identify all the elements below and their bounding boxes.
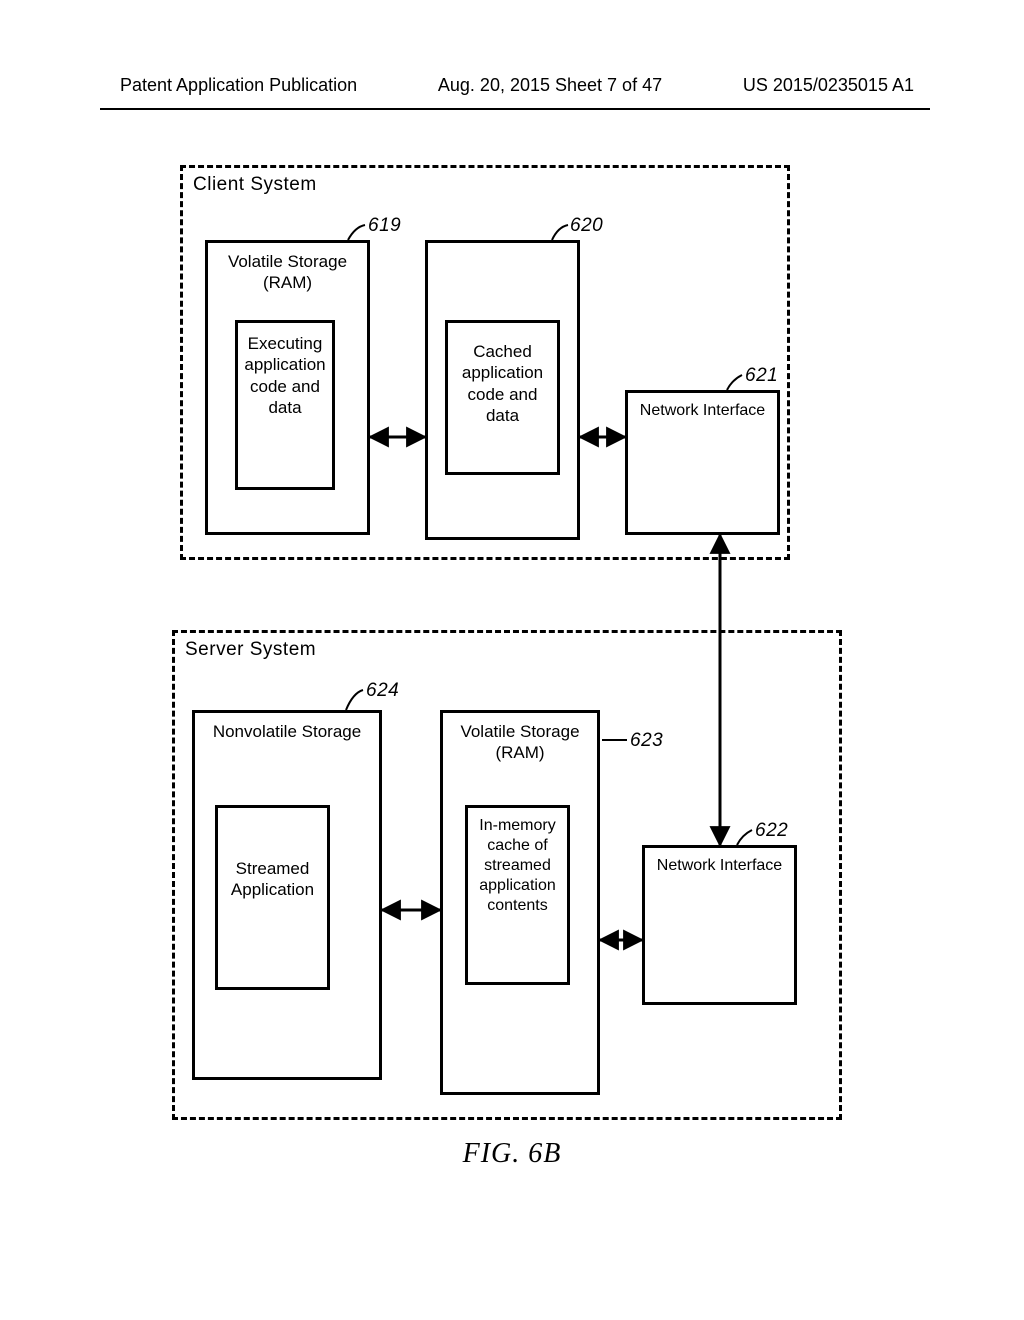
server-nonvolatile-label: Nonvolatile Storage <box>195 721 379 742</box>
server-system-title: Server System <box>185 639 316 661</box>
server-streamed-app-box: Streamed Application <box>215 805 330 990</box>
server-inmemory-cache-label: In-memory cache of streamed application … <box>468 816 567 916</box>
client-network-interface-box: Network Interface <box>625 390 780 535</box>
server-network-interface-label: Network Interface <box>645 856 794 876</box>
header-right: US 2015/0235015 A1 <box>743 75 914 96</box>
client-executing-appcode-label: Executing application code and data <box>238 333 332 418</box>
header-left: Patent Application Publication <box>120 75 357 96</box>
client-cached-appcode-label: Cached application code and data <box>448 341 557 426</box>
client-cached-appcode-box: Cached application code and data <box>445 320 560 475</box>
ref-619: 619 <box>368 215 401 237</box>
figure-caption: FIG. 6B <box>0 1138 1024 1170</box>
client-system-title: Client System <box>193 174 317 196</box>
server-volatile-label: Volatile Storage (RAM) <box>443 721 597 764</box>
server-network-interface-box: Network Interface <box>642 845 797 1005</box>
client-network-interface-label: Network Interface <box>628 401 777 421</box>
ref-620: 620 <box>570 215 603 237</box>
ref-623: 623 <box>630 730 663 752</box>
diagram: Client System Volatile Storage (RAM) Exe… <box>180 165 810 1125</box>
client-volatile-storage-label: Volatile Storage (RAM) <box>208 251 367 294</box>
client-executing-appcode-box: Executing application code and data <box>235 320 335 490</box>
patent-figure-page: Patent Application Publication Aug. 20, … <box>0 0 1024 1320</box>
page-header: Patent Application Publication Aug. 20, … <box>0 75 1024 102</box>
ref-624: 624 <box>366 680 399 702</box>
header-rule <box>100 108 930 110</box>
ref-621: 621 <box>745 365 778 387</box>
header-center: Aug. 20, 2015 Sheet 7 of 47 <box>438 75 662 96</box>
server-streamed-app-label: Streamed Application <box>218 858 327 901</box>
server-inmemory-cache-box: In-memory cache of streamed application … <box>465 805 570 985</box>
ref-622: 622 <box>755 820 788 842</box>
